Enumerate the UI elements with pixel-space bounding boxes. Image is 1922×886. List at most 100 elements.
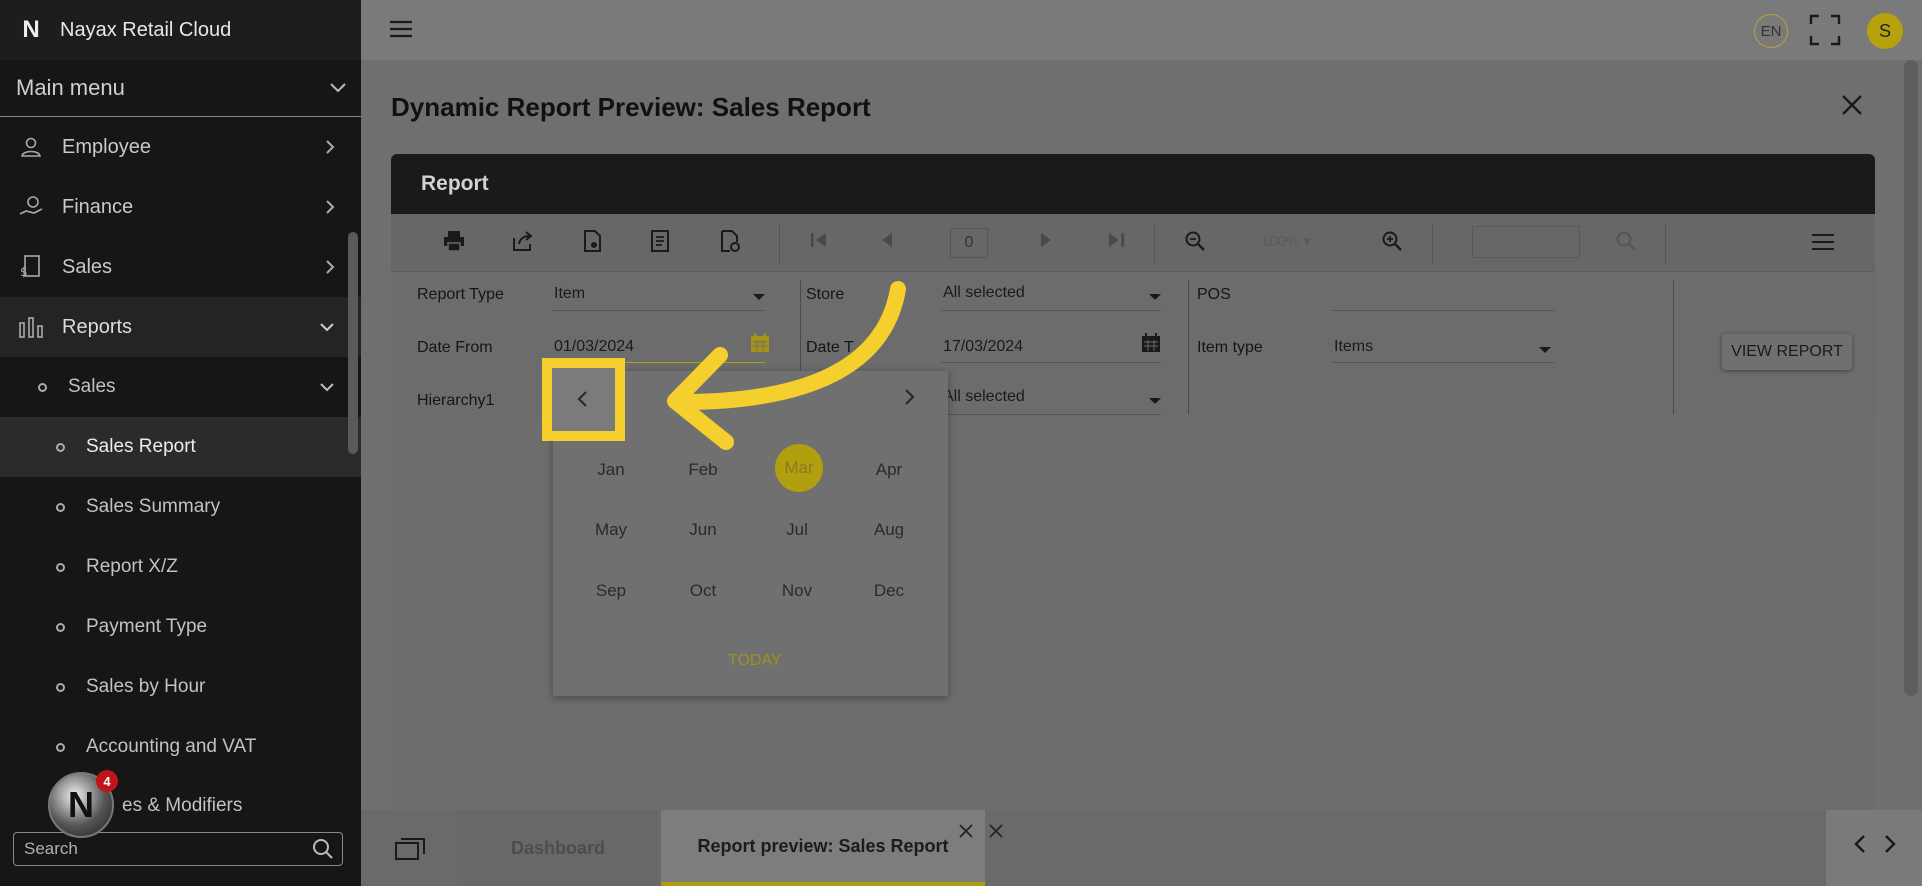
sidebar-item-finance[interactable]: Finance: [0, 177, 361, 237]
sidebar-scrollbar[interactable]: [348, 232, 358, 454]
param-divider: [1673, 280, 1674, 414]
search-icon[interactable]: [1615, 230, 1637, 252]
sidebar-search-input[interactable]: [13, 832, 343, 866]
bullet-icon: [56, 742, 65, 752]
toolbar-divider: [779, 224, 780, 264]
sidebar-subitem-sales[interactable]: Sales: [0, 357, 361, 417]
calendar-icon[interactable]: [750, 333, 770, 353]
view-report-button[interactable]: VIEW REPORT: [1722, 334, 1852, 370]
tab-scroll-left-icon[interactable]: [1853, 834, 1867, 854]
sidebar-item-sales[interactable]: $ Sales: [0, 237, 361, 297]
sidebar-subitem-label: Sales Summary: [86, 496, 221, 517]
dropdown-caret-icon[interactable]: [753, 294, 765, 300]
zoom-out-icon[interactable]: [1184, 230, 1206, 252]
sidebar-subitem-label: Report X/Z: [86, 556, 178, 577]
sidebar-subitem-label: Payment Type: [86, 616, 208, 637]
tab-report-preview[interactable]: Report preview: Sales Report: [661, 810, 985, 886]
chevron-right-icon: [326, 200, 335, 214]
month-dec[interactable]: Dec: [863, 565, 915, 617]
tab-scroll-right-icon[interactable]: [1883, 834, 1897, 854]
hierarchy-value[interactable]: All selected: [943, 388, 1025, 406]
dropdown-caret-icon[interactable]: [1539, 347, 1551, 353]
language-selector[interactable]: EN: [1754, 14, 1788, 48]
item-type-label: Item type: [1197, 339, 1263, 356]
hamburger-menu-icon[interactable]: [389, 19, 413, 39]
last-page-icon[interactable]: [1106, 230, 1126, 250]
person-icon: [18, 134, 44, 160]
first-page-icon[interactable]: [809, 230, 829, 250]
previous-year-button[interactable]: [542, 358, 625, 441]
tab-label: Report preview: Sales Report: [697, 835, 949, 856]
next-year-chevron-icon[interactable]: [902, 388, 916, 406]
main-menu-toggle[interactable]: Main menu: [0, 60, 361, 117]
brand[interactable]: N Nayax Retail Cloud: [0, 0, 361, 60]
close-icon[interactable]: [1841, 94, 1863, 116]
sidebar-subitem-payment-type[interactable]: Payment Type: [0, 597, 361, 657]
sidebar-subitem-accounting-vat[interactable]: Accounting and VAT: [0, 717, 361, 777]
sidebar-subitem-sales-summary[interactable]: Sales Summary: [0, 477, 361, 537]
chevron-down-icon: [320, 383, 334, 392]
sidebar-subitem-report-xz[interactable]: Report X/Z: [0, 537, 361, 597]
menu-icon[interactable]: [1811, 233, 1835, 251]
document-settings-icon[interactable]: [719, 230, 741, 252]
print-icon[interactable]: [443, 230, 465, 252]
month-jul[interactable]: Jul: [771, 504, 823, 556]
export-icon[interactable]: [512, 230, 534, 252]
main-scrollbar[interactable]: [1904, 60, 1918, 696]
next-page-icon[interactable]: [1038, 230, 1054, 250]
dropdown-caret-icon[interactable]: [1149, 398, 1161, 404]
bullet-icon: [56, 442, 65, 452]
document-icon[interactable]: [650, 230, 670, 252]
sidebar-item-employee[interactable]: Employee: [0, 117, 361, 177]
month-jun[interactable]: Jun: [677, 504, 729, 556]
item-type-value[interactable]: Items: [1334, 338, 1373, 356]
chevron-down-icon: [320, 323, 334, 332]
pos-underline[interactable]: [1332, 310, 1554, 311]
page-number-input[interactable]: 0: [950, 228, 988, 258]
chevron-left-icon: [577, 391, 587, 407]
search-icon[interactable]: [312, 838, 334, 860]
sidebar-item-reports[interactable]: Reports: [0, 297, 361, 357]
store-underline: [941, 310, 1161, 311]
month-aug[interactable]: Aug: [863, 504, 915, 556]
month-apr[interactable]: Apr: [863, 444, 915, 496]
month-nov[interactable]: Nov: [771, 565, 823, 617]
notification-badge: 4: [96, 770, 118, 792]
report-type-underline: [553, 310, 765, 311]
close-tab-icon[interactable]: [989, 824, 1003, 838]
tab-dashboard[interactable]: Dashboard: [458, 810, 658, 886]
month-jan[interactable]: Jan: [585, 444, 637, 496]
sidebar-item-label: Employee: [62, 135, 151, 158]
toolbar-divider: [1432, 224, 1433, 264]
calendar-icon[interactable]: [1141, 333, 1161, 353]
sidebar-subitem-sales-report[interactable]: Sales Report: [0, 417, 361, 477]
report-type-value[interactable]: Item: [554, 285, 585, 303]
fullscreen-icon[interactable]: [1809, 14, 1841, 46]
month-feb[interactable]: Feb: [677, 444, 729, 496]
date-from-input[interactable]: 01/03/2024: [554, 338, 634, 356]
report-toolbar: 0 100% ▾: [391, 214, 1875, 272]
chevron-right-icon: [326, 260, 335, 274]
dropdown-caret-icon[interactable]: [1149, 294, 1161, 300]
zoom-in-icon[interactable]: [1381, 230, 1403, 252]
window-switcher-icon[interactable]: [395, 838, 425, 860]
page-title: Dynamic Report Preview: Sales Report: [391, 92, 871, 122]
store-value[interactable]: All selected: [943, 284, 1025, 302]
user-avatar[interactable]: S: [1867, 13, 1903, 49]
hand-coin-icon: [18, 194, 44, 220]
receipt-dollar-icon: $: [18, 254, 44, 280]
month-sep[interactable]: Sep: [585, 565, 637, 617]
date-to-input[interactable]: 17/03/2024: [943, 338, 1023, 356]
report-search-input[interactable]: [1472, 226, 1580, 258]
close-tab-icon[interactable]: [959, 824, 973, 838]
month-may[interactable]: May: [585, 504, 637, 556]
sidebar-subitem-sales-by-hour[interactable]: Sales by Hour: [0, 657, 361, 717]
zoom-select[interactable]: 100% ▾: [1261, 232, 1311, 250]
today-button[interactable]: TODAY: [728, 652, 782, 670]
date-to-underline: [941, 362, 1161, 363]
previous-page-icon[interactable]: [879, 230, 895, 250]
main-menu-label: Main menu: [16, 75, 125, 100]
month-mar[interactable]: Mar: [775, 444, 823, 492]
month-oct[interactable]: Oct: [677, 565, 729, 617]
export-pdf-icon[interactable]: [581, 230, 603, 252]
